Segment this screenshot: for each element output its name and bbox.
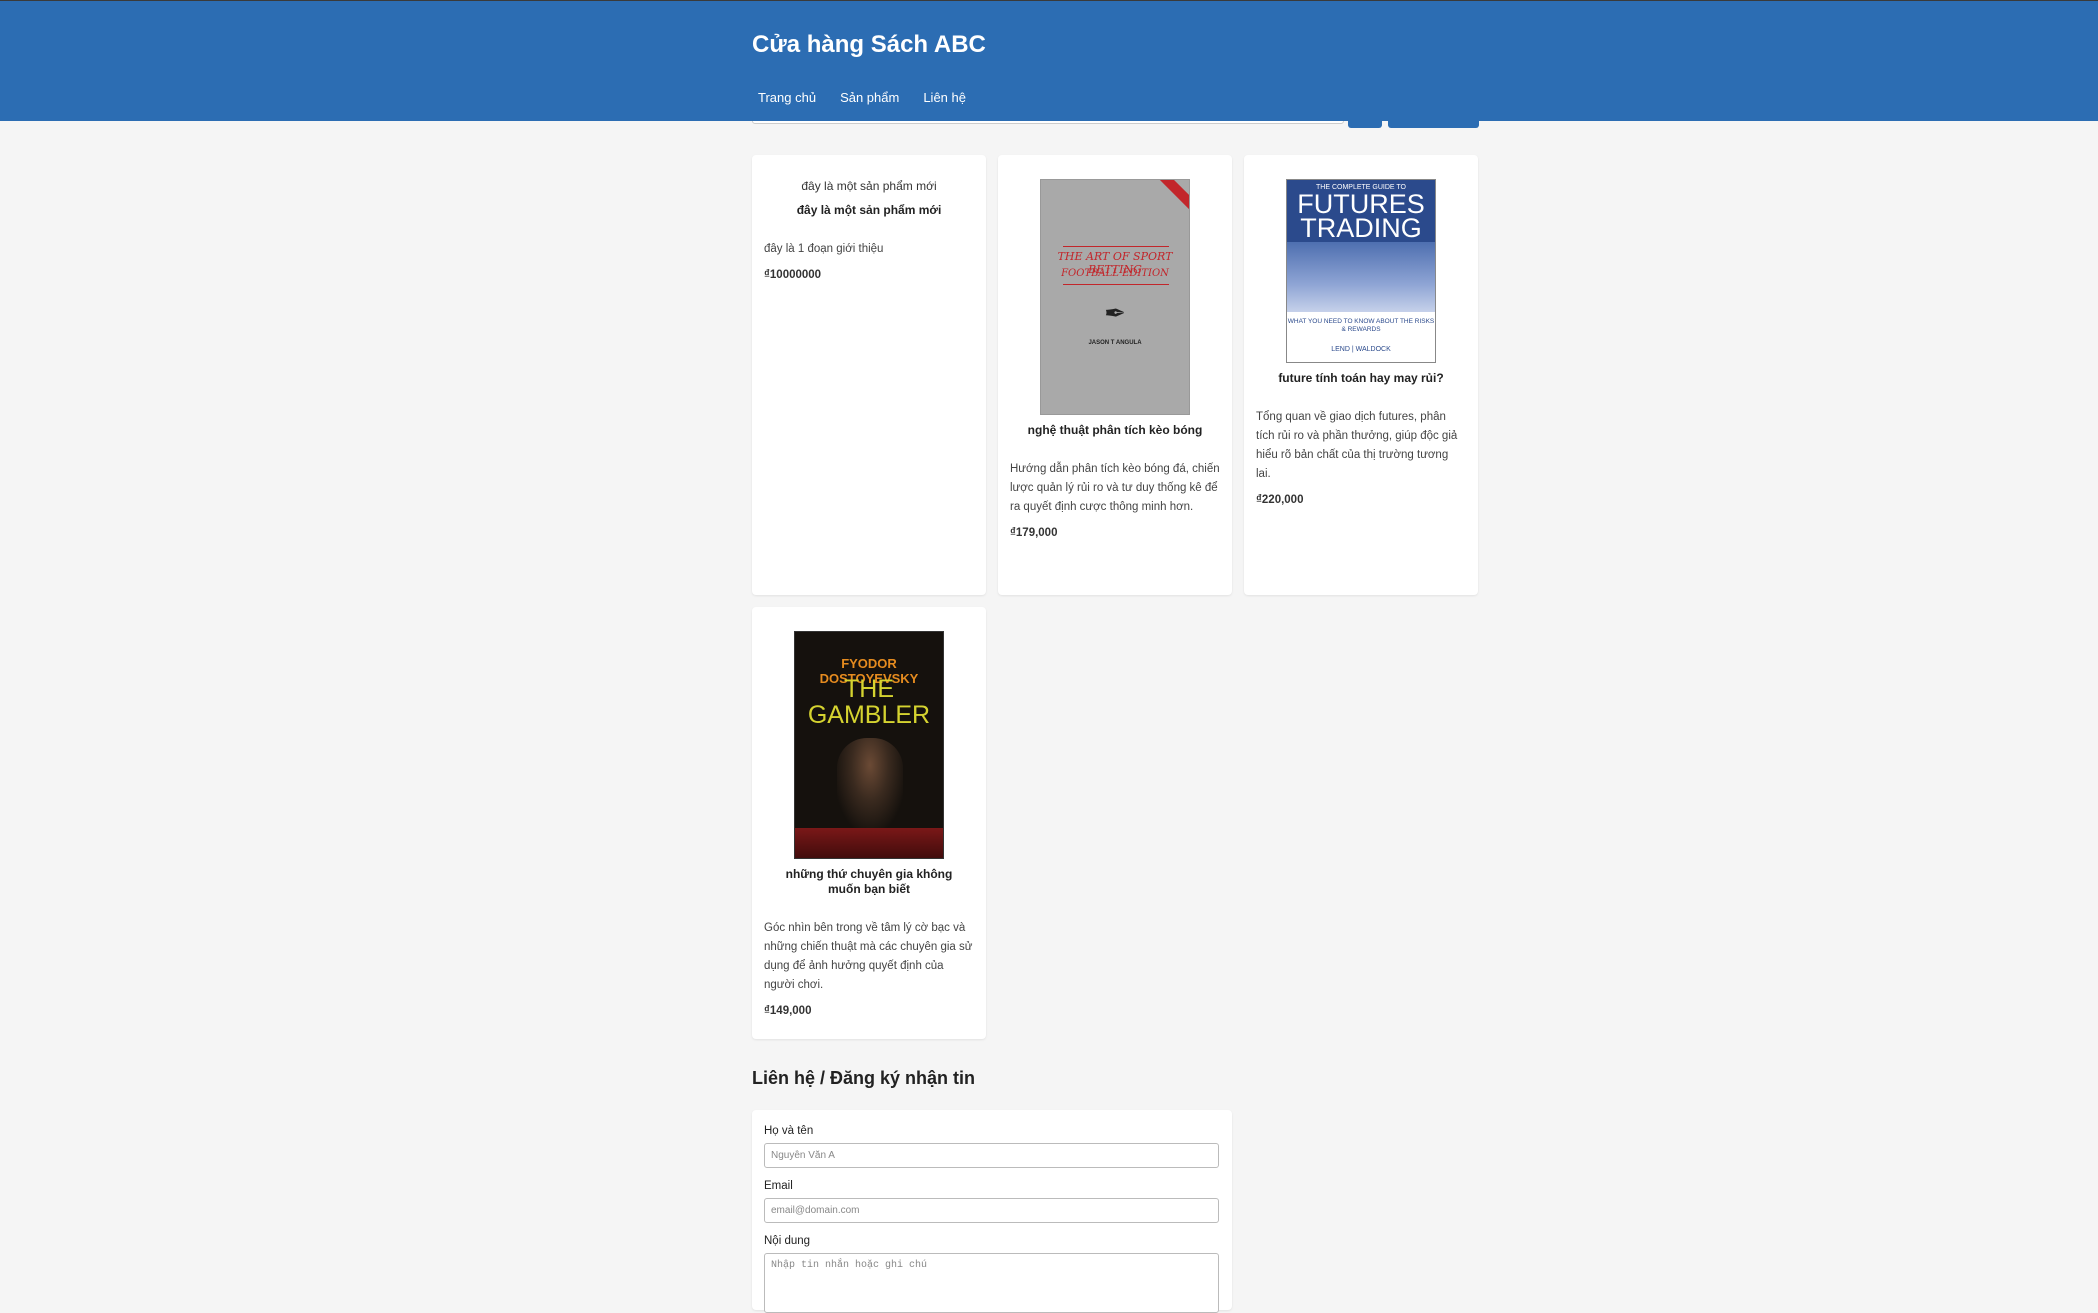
cover-rule <box>1063 246 1169 247</box>
cover-title: THE GAMBLER <box>807 675 931 729</box>
email-field[interactable] <box>764 1198 1219 1223</box>
product-card[interactable]: FYODOR DOSTOYEVSKY THE GAMBLER những thứ… <box>752 607 986 1039</box>
nav-link-home[interactable]: Trang chủ <box>752 89 822 107</box>
product-description: Hướng dẫn phân tích kèo bóng đá, chiến l… <box>1010 463 1220 513</box>
cover-author: JASON T ANGULA <box>1088 340 1142 346</box>
message-label: Nội dung <box>764 1235 811 1247</box>
name-field[interactable] <box>764 1143 1219 1168</box>
book-cover-image[interactable]: THE ART OF SPORT BETTING FOOTBALL EDITIO… <box>1040 179 1190 415</box>
cover-subtitle: WHAT YOU NEED TO KNOW ABOUT THE RISKS & … <box>1287 318 1435 333</box>
contact-form: Họ và tên Email Nội dung <box>752 1110 1232 1313</box>
feather-icon: ✒ <box>1104 298 1126 328</box>
cover-rule <box>1063 284 1169 285</box>
cover-illustration <box>1287 242 1435 312</box>
product-price: ₫10000000 <box>764 269 822 281</box>
name-label: Họ và tên <box>764 1125 814 1137</box>
cover-table <box>795 828 943 858</box>
product-price: ₫179,000 <box>1010 527 1058 539</box>
book-cover-image[interactable]: FYODOR DOSTOYEVSKY THE GAMBLER <box>794 631 944 859</box>
cover-subtitle: FOOTBALL EDITION <box>1061 268 1169 279</box>
book-cover-image[interactable]: THE COMPLETE GUIDE TO FUTURES TRADING WH… <box>1286 179 1436 363</box>
email-label: Email <box>764 1180 793 1192</box>
product-card[interactable]: THE ART OF SPORT BETTING FOOTBALL EDITIO… <box>998 155 1232 595</box>
site-title: Cửa hàng Sách ABC <box>752 31 986 58</box>
site-header: Cửa hàng Sách ABC Trang chủ Sản phẩm Liê… <box>0 0 2098 121</box>
product-title[interactable]: những thứ chuyên gia không muốn bạn biết <box>752 867 986 897</box>
main-nav: Trang chủ Sản phẩm Liên hệ <box>752 89 984 107</box>
message-field[interactable] <box>764 1253 1219 1313</box>
nav-link-contact[interactable]: Liên hệ <box>917 89 972 107</box>
cover-title: FUTURES TRADING <box>1297 189 1425 243</box>
cover-author: LEND | WALDOCK <box>1331 346 1391 353</box>
product-title[interactable]: future tính toán hay may rủi? <box>1244 371 1478 386</box>
product-description: Tổng quan về giao dịch futures, phân tíc… <box>1256 411 1458 480</box>
product-description: Góc nhìn bên trong về tâm lý cờ bạc và n… <box>764 922 973 991</box>
product-image-broken: đây là một sản phẩm mới <box>801 179 937 193</box>
product-price: ₫149,000 <box>764 1005 812 1017</box>
product-card[interactable]: đây là một sản phẩm mới đây là một sản p… <box>752 155 986 595</box>
product-title[interactable]: nghệ thuật phân tích kèo bóng <box>998 423 1232 438</box>
product-card[interactable]: THE COMPLETE GUIDE TO FUTURES TRADING WH… <box>1244 155 1478 595</box>
cover-illustration <box>837 738 903 828</box>
cover-ribbon <box>1156 180 1189 213</box>
nav-link-products[interactable]: Sản phẩm <box>834 89 905 107</box>
product-price: ₫220,000 <box>1256 494 1304 506</box>
product-title[interactable]: đây là một sản phẩm mới <box>752 203 986 218</box>
contact-section-title: Liên hệ / Đăng ký nhận tin <box>752 1068 976 1088</box>
product-description: đây là 1 đoạn giới thiệu <box>764 243 884 255</box>
